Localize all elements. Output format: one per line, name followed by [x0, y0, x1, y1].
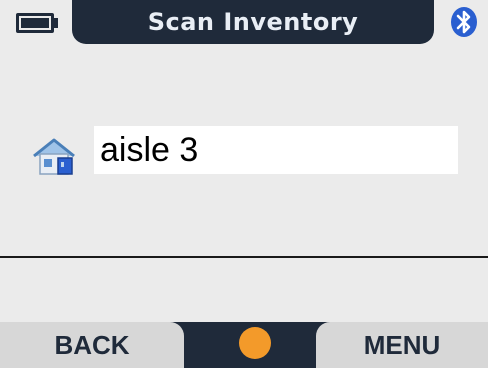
menu-button[interactable]: MENU — [316, 322, 488, 368]
center-select-dot[interactable] — [239, 327, 271, 359]
bluetooth-icon — [451, 7, 477, 37]
battery-terminal — [54, 18, 58, 28]
location-field[interactable]: aisle 3 — [94, 126, 458, 174]
home-icon — [33, 138, 75, 175]
bluetooth-area — [436, 0, 488, 44]
content-area: aisle 3 — [0, 44, 488, 322]
battery-icon — [16, 13, 54, 33]
page-title: Scan Inventory — [147, 8, 359, 36]
title-bar: Scan Inventory — [72, 0, 434, 44]
divider — [0, 256, 488, 258]
back-button[interactable]: BACK — [0, 322, 184, 368]
status-bar: Scan Inventory — [0, 0, 488, 44]
battery-area — [0, 0, 68, 44]
